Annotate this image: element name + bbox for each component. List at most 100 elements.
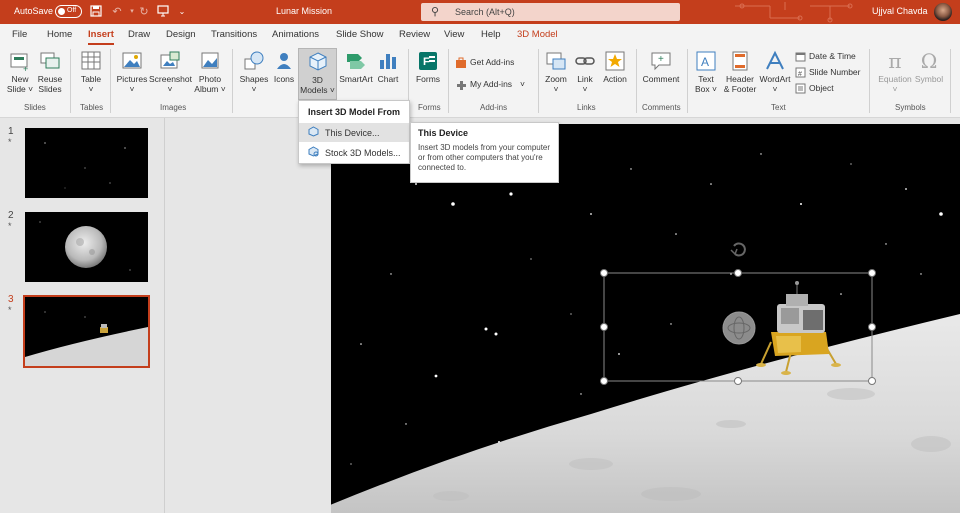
- tab-home[interactable]: Home: [47, 29, 72, 40]
- tab-help[interactable]: Help: [481, 29, 501, 40]
- avatar[interactable]: [934, 3, 952, 21]
- slide-number-button[interactable]: # Slide Number: [795, 65, 861, 80]
- user-name[interactable]: Ujjval Chavda: [872, 6, 928, 16]
- group-label-symbols: Symbols: [895, 103, 926, 112]
- resize-handle-nw[interactable]: [600, 269, 608, 277]
- group-label-slides: Slides: [24, 103, 46, 112]
- icons-label: Icons: [273, 74, 295, 84]
- search-box[interactable]: ⚲ Search (Alt+Q): [421, 3, 680, 21]
- chevron-down-icon: ˅: [772, 84, 778, 94]
- zoom-icon: [546, 52, 566, 70]
- date-time-label: Date & Time: [809, 51, 856, 61]
- action-button[interactable]: Action: [600, 50, 630, 84]
- my-addins-label: My Add-ins: [470, 79, 513, 89]
- svg-text:F: F: [423, 56, 430, 68]
- starfield: [44, 142, 126, 189]
- pictures-button[interactable]: Pictures ˅: [115, 50, 149, 94]
- chevron-down-icon: ˅: [129, 84, 135, 94]
- reuse-slides-label-2: Slides: [38, 84, 62, 94]
- 3d-models-button[interactable]: 3D Models ˅: [298, 48, 337, 100]
- smartart-button[interactable]: SmartArt: [337, 50, 375, 84]
- photo-album-button[interactable]: Photo Album ˅: [193, 50, 227, 94]
- table-label: Table: [80, 74, 102, 84]
- shapes-button[interactable]: Shapes ˅: [238, 50, 270, 94]
- object-icon: [795, 83, 806, 94]
- ribbon-tabs: File Home Insert Draw Design Transitions…: [0, 24, 960, 45]
- slideshow-start-icon[interactable]: [156, 5, 170, 19]
- tab-insert[interactable]: Insert: [88, 29, 114, 45]
- tab-view[interactable]: View: [444, 29, 464, 40]
- tab-animations[interactable]: Animations: [272, 29, 319, 40]
- screenshot-label: Screenshot: [149, 74, 192, 84]
- screenshot-button[interactable]: Screenshot ˅: [149, 50, 192, 94]
- autosave-label: AutoSave: [14, 6, 54, 16]
- symbol-button[interactable]: Ω Symbol: [913, 50, 945, 84]
- new-slide-button[interactable]: + New Slide ˅: [5, 50, 35, 94]
- chart-icon: [380, 54, 396, 69]
- slide-thumbnail-3[interactable]: [23, 295, 150, 368]
- resize-handle-ne[interactable]: [868, 269, 876, 277]
- wordart-label: WordArt: [759, 74, 791, 84]
- slide-thumbnail-2[interactable]: [25, 212, 148, 282]
- chevron-down-icon: ˅: [88, 84, 94, 94]
- resize-handle-sw[interactable]: [600, 377, 608, 385]
- tab-slide-show[interactable]: Slide Show: [336, 29, 384, 40]
- zoom-label: Zoom: [545, 74, 567, 84]
- tab-file[interactable]: File: [12, 29, 27, 40]
- equation-button[interactable]: π Equation ˅: [874, 50, 916, 94]
- object-button[interactable]: Object: [795, 81, 834, 96]
- resize-handle-w[interactable]: [600, 323, 608, 331]
- slide-number-icon: #: [795, 67, 806, 78]
- resize-handle-se[interactable]: [868, 377, 876, 385]
- redo-icon[interactable]: ↻: [137, 5, 151, 19]
- chevron-down-icon: ˅: [553, 84, 559, 94]
- group-divider: [636, 49, 637, 113]
- forms-button[interactable]: F Forms: [412, 50, 444, 84]
- rotate-handle[interactable]: [730, 242, 746, 257]
- customize-qat-icon[interactable]: ⌄: [175, 5, 189, 19]
- icons-button[interactable]: Icons: [271, 50, 297, 84]
- save-icon[interactable]: [89, 5, 103, 19]
- tab-transitions[interactable]: Transitions: [211, 29, 257, 40]
- date-time-button[interactable]: Date & Time: [795, 49, 856, 64]
- autosave-toggle[interactable]: Off: [55, 5, 82, 18]
- tab-3d-model[interactable]: 3D Model: [517, 29, 558, 40]
- get-addins-button[interactable]: Get Add-ins: [455, 55, 514, 70]
- menu-item-this-device[interactable]: This Device...: [299, 123, 409, 142]
- resize-handle-e[interactable]: [868, 323, 876, 331]
- animation-marker: *: [8, 305, 12, 315]
- resize-handle-s[interactable]: [734, 377, 742, 385]
- text-box-button[interactable]: A Text Box ˅: [692, 50, 720, 94]
- omega-icon: Ω: [920, 49, 938, 73]
- tooltip-description: Insert 3D models from your computer or f…: [418, 143, 551, 172]
- object-label: Object: [809, 83, 834, 93]
- chart-button[interactable]: Chart: [375, 50, 401, 84]
- action-star-icon: [605, 51, 625, 71]
- forms-icon: F: [419, 52, 437, 70]
- photo-album-icon: [201, 52, 219, 69]
- menu-item-stock-3d-models[interactable]: Stock 3D Models...: [299, 143, 409, 162]
- tab-draw[interactable]: Draw: [128, 29, 150, 40]
- tab-review[interactable]: Review: [399, 29, 430, 40]
- slide-thumbnail-1[interactable]: [25, 128, 148, 198]
- table-button[interactable]: Table ˅: [76, 50, 106, 94]
- header-footer-button[interactable]: Header & Footer: [721, 50, 759, 94]
- my-addins-button[interactable]: My Add-ins ˅: [455, 77, 525, 92]
- menu-item-label: Stock 3D Models...: [325, 148, 401, 158]
- undo-icon[interactable]: ↶: [110, 5, 124, 19]
- device-icon: [308, 126, 319, 137]
- reuse-slides-button[interactable]: Reuse Slides: [36, 50, 64, 94]
- svg-text:A: A: [701, 55, 709, 69]
- resize-handle-n[interactable]: [734, 269, 742, 277]
- header-footer-label-2: & Footer: [723, 84, 757, 94]
- comment-button[interactable]: + Comment: [640, 50, 682, 84]
- rotate-3d-control[interactable]: [722, 311, 756, 345]
- 3d-models-label-2: Models: [300, 85, 328, 95]
- wordart-button[interactable]: WordArt ˅: [758, 50, 792, 94]
- chevron-down-icon: ˅: [582, 84, 588, 94]
- zoom-button[interactable]: Zoom ˅: [543, 50, 569, 94]
- link-button[interactable]: Link ˅: [572, 50, 598, 94]
- tab-design[interactable]: Design: [166, 29, 196, 40]
- svg-text:+: +: [23, 64, 28, 72]
- moon-image: [39, 221, 131, 271]
